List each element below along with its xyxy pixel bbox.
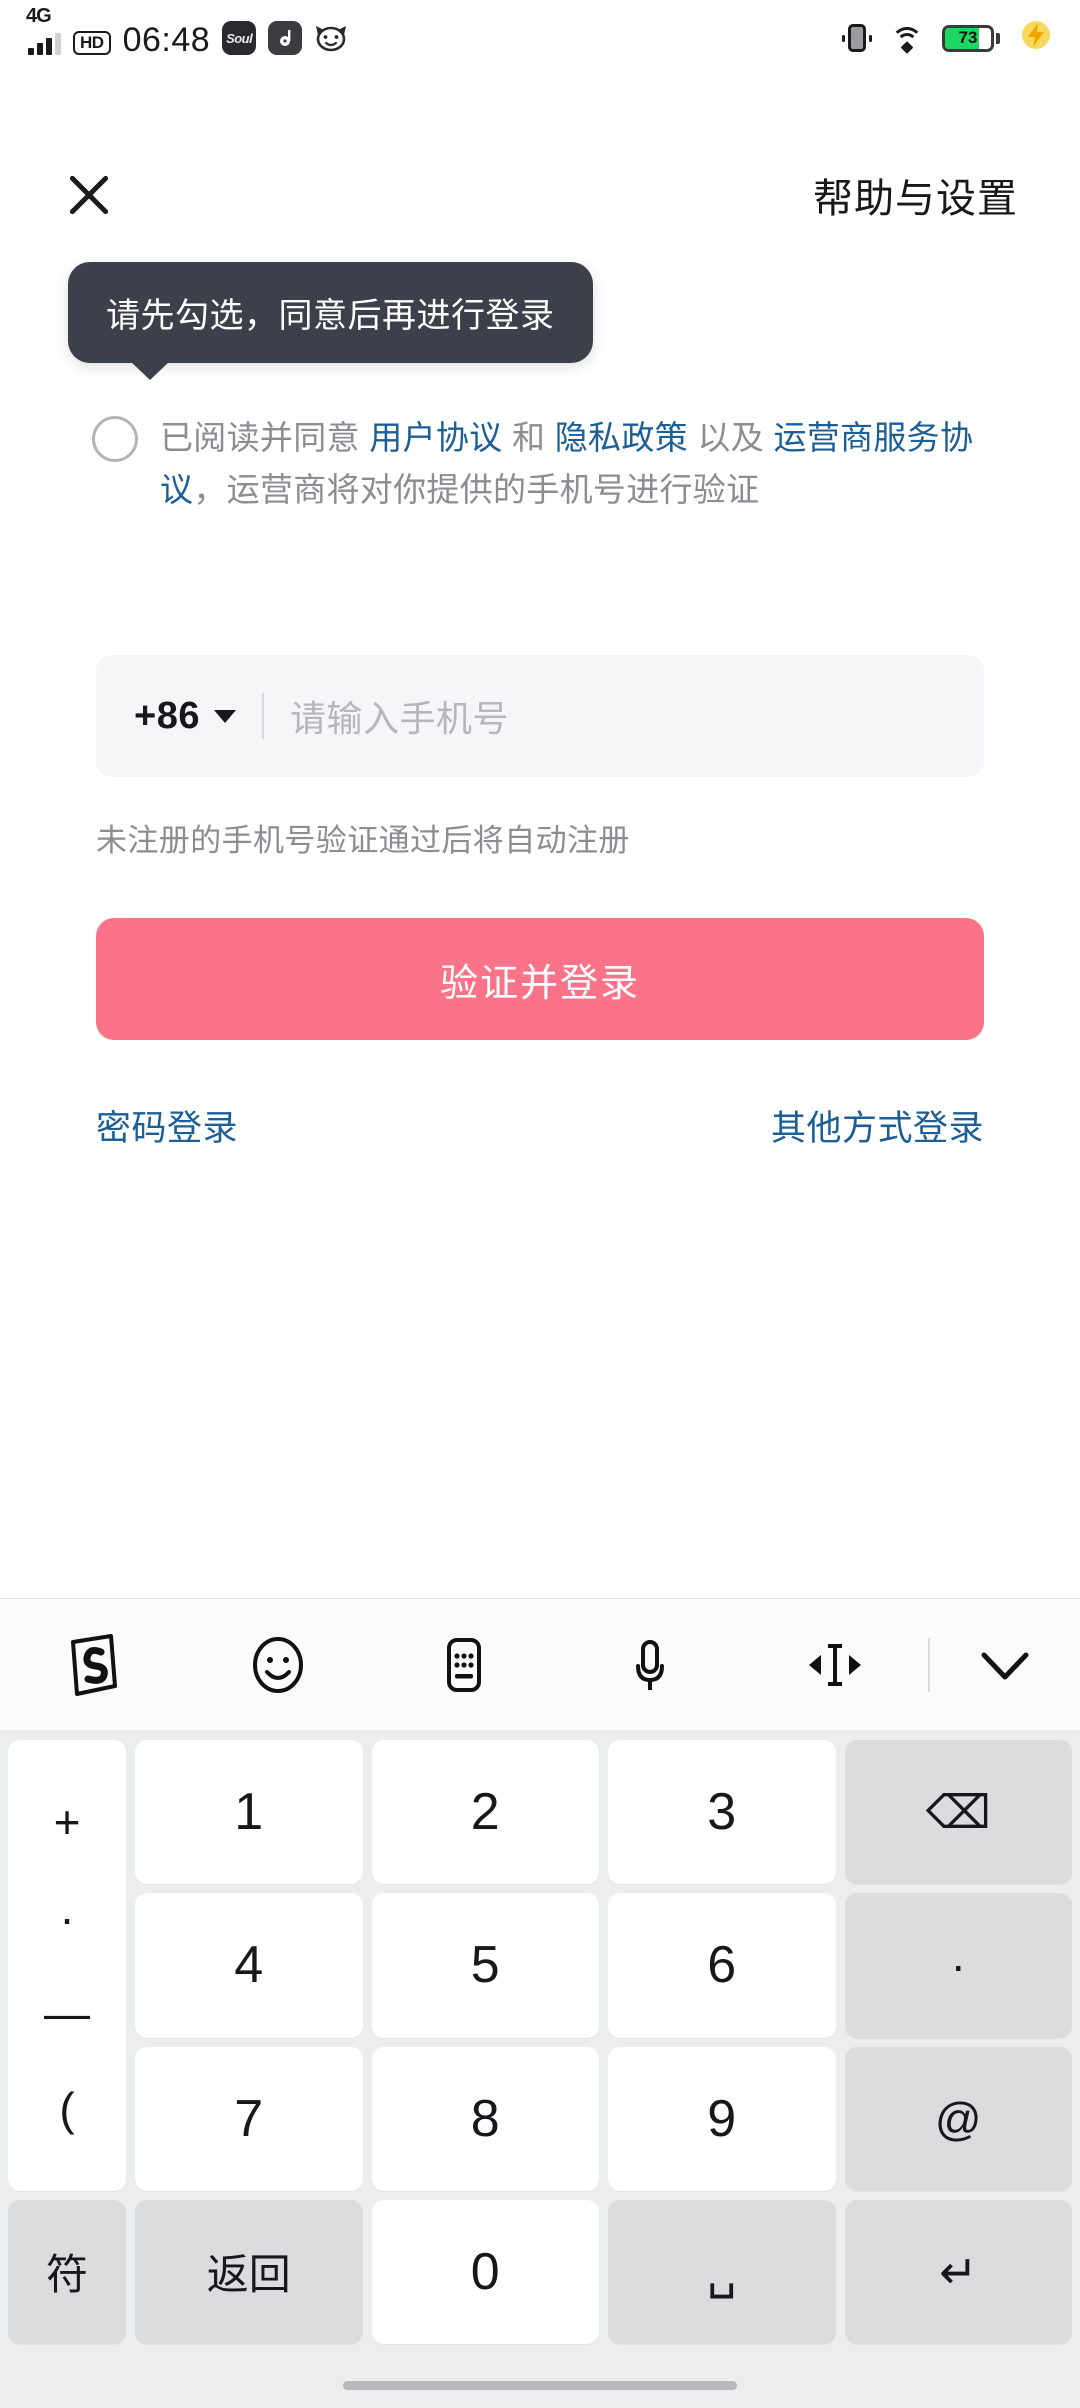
user-agreement-link[interactable]: 用户协议 <box>369 419 502 456</box>
symbol-dash[interactable]: — <box>44 1990 90 2036</box>
key-4[interactable]: 4 <box>135 1893 363 2038</box>
phone-input-row[interactable]: +86 请输入手机号 <box>96 655 984 777</box>
close-icon[interactable] <box>62 168 116 222</box>
agreement-text-part1: 已阅读并同意 <box>160 419 370 456</box>
verify-and-login-button[interactable]: 验证并登录 <box>96 918 984 1040</box>
wifi-icon <box>890 25 924 54</box>
key-8[interactable]: 8 <box>371 2046 599 2191</box>
agreement-text-part2: 和 <box>502 419 555 456</box>
soul-app-icon: Soul <box>222 21 257 55</box>
period-key[interactable]: · <box>844 1893 1072 2038</box>
auto-register-hint: 未注册的手机号验证通过后将自动注册 <box>96 823 630 858</box>
key-3[interactable]: 3 <box>608 1740 836 1885</box>
agreement-text-part3: 以及 <box>687 419 774 456</box>
symbols-column-key[interactable]: + · — ( <box>8 1740 126 2191</box>
field-divider <box>261 693 264 739</box>
agreement-tooltip: 请先勾选，同意后再进行登录 <box>68 262 593 380</box>
keyboard-toolbar <box>0 1598 1080 1730</box>
symbols-key[interactable]: 符 <box>8 2199 126 2344</box>
music-app-icon <box>268 21 303 55</box>
secondary-login-links: 密码登录 其他方式登录 <box>96 1100 984 1151</box>
enter-key[interactable]: ↵ <box>844 2199 1072 2344</box>
key-6[interactable]: 6 <box>608 1893 836 2038</box>
signal-bars-icon <box>28 33 61 55</box>
space-key[interactable]: ␣ <box>608 2199 836 2344</box>
help-settings-button[interactable]: 帮助与设置 <box>813 166 1018 224</box>
agreement-text-part4: ，运营商将对你提供的手机号进行验证 <box>193 471 760 509</box>
other-login-methods-link[interactable]: 其他方式登录 <box>771 1100 984 1151</box>
home-indicator[interactable] <box>343 2381 737 2390</box>
password-login-link[interactable]: 密码登录 <box>96 1100 238 1151</box>
key-9[interactable]: 9 <box>608 2046 836 2191</box>
key-7[interactable]: 7 <box>135 2046 363 2191</box>
backspace-key[interactable]: ⌫ <box>844 1740 1072 1885</box>
symbol-paren[interactable]: ( <box>59 2086 74 2132</box>
keyboard: + · — ( 1 2 3 ⌫ 4 5 6 · 7 8 9 @ 符 返回 0 ␣… <box>0 1598 1080 2408</box>
cursor-move-icon[interactable] <box>742 1634 928 1696</box>
status-bar-right: 73 <box>842 17 1054 59</box>
agreement-text: 已阅读并同意 用户协议 和 隐私政策 以及 运营商服务协议，运营商将对你提供的手… <box>160 412 992 516</box>
at-key[interactable]: @ <box>844 2046 1072 2191</box>
login-screen: 4G HD 06:48 Soul 73 帮助与设置 请先勾选，同意后再进行登录 … <box>0 0 1080 2408</box>
network-type-label: 4G <box>26 5 52 27</box>
key-5[interactable]: 5 <box>371 1893 599 2038</box>
collapse-keyboard-icon[interactable] <box>930 1643 1080 1687</box>
symbol-plus[interactable]: + <box>54 1799 81 1845</box>
keypad: + · — ( 1 2 3 ⌫ 4 5 6 · 7 8 9 @ 符 返回 0 ␣… <box>0 1730 1080 2408</box>
agreement-row: 已阅读并同意 用户协议 和 隐私政策 以及 运营商服务协议，运营商将对你提供的手… <box>92 412 992 516</box>
status-bar: 4G HD 06:48 Soul 73 <box>0 0 1080 76</box>
signal-icon: 4G <box>26 5 61 55</box>
return-key[interactable]: 返回 <box>135 2199 363 2344</box>
agreement-checkbox[interactable] <box>92 416 138 462</box>
soul-app-icon-label: Soul <box>226 30 253 46</box>
emoji-icon[interactable] <box>186 1634 372 1696</box>
cat-app-icon <box>314 21 348 55</box>
microphone-icon[interactable] <box>557 1634 743 1696</box>
key-0[interactable]: 0 <box>371 2199 599 2344</box>
privacy-policy-link[interactable]: 隐私政策 <box>555 419 688 456</box>
key-1[interactable]: 1 <box>135 1740 363 1885</box>
battery-icon: 73 <box>942 24 1000 52</box>
vibrate-icon <box>842 24 872 52</box>
symbol-dot[interactable]: · <box>59 1895 74 1941</box>
status-bar-clock: 06:48 <box>122 21 211 59</box>
hd-icon: HD <box>73 31 111 55</box>
keypad-grid: + · — ( 1 2 3 ⌫ 4 5 6 · 7 8 9 @ 符 返回 0 ␣… <box>8 1740 1072 2344</box>
status-bar-left: 4G HD 06:48 Soul <box>26 5 348 59</box>
sogou-logo-icon[interactable] <box>0 1633 186 1696</box>
page-header: 帮助与设置 <box>0 140 1080 250</box>
key-2[interactable]: 2 <box>371 1740 599 1885</box>
battery-percent-label: 73 <box>958 28 978 47</box>
keyboard-switch-icon[interactable] <box>371 1634 557 1696</box>
country-code-label[interactable]: +86 <box>134 695 200 738</box>
charging-bolt-icon <box>1018 17 1054 59</box>
phone-number-input[interactable]: 请输入手机号 <box>290 690 509 742</box>
chevron-down-icon[interactable] <box>213 709 236 723</box>
